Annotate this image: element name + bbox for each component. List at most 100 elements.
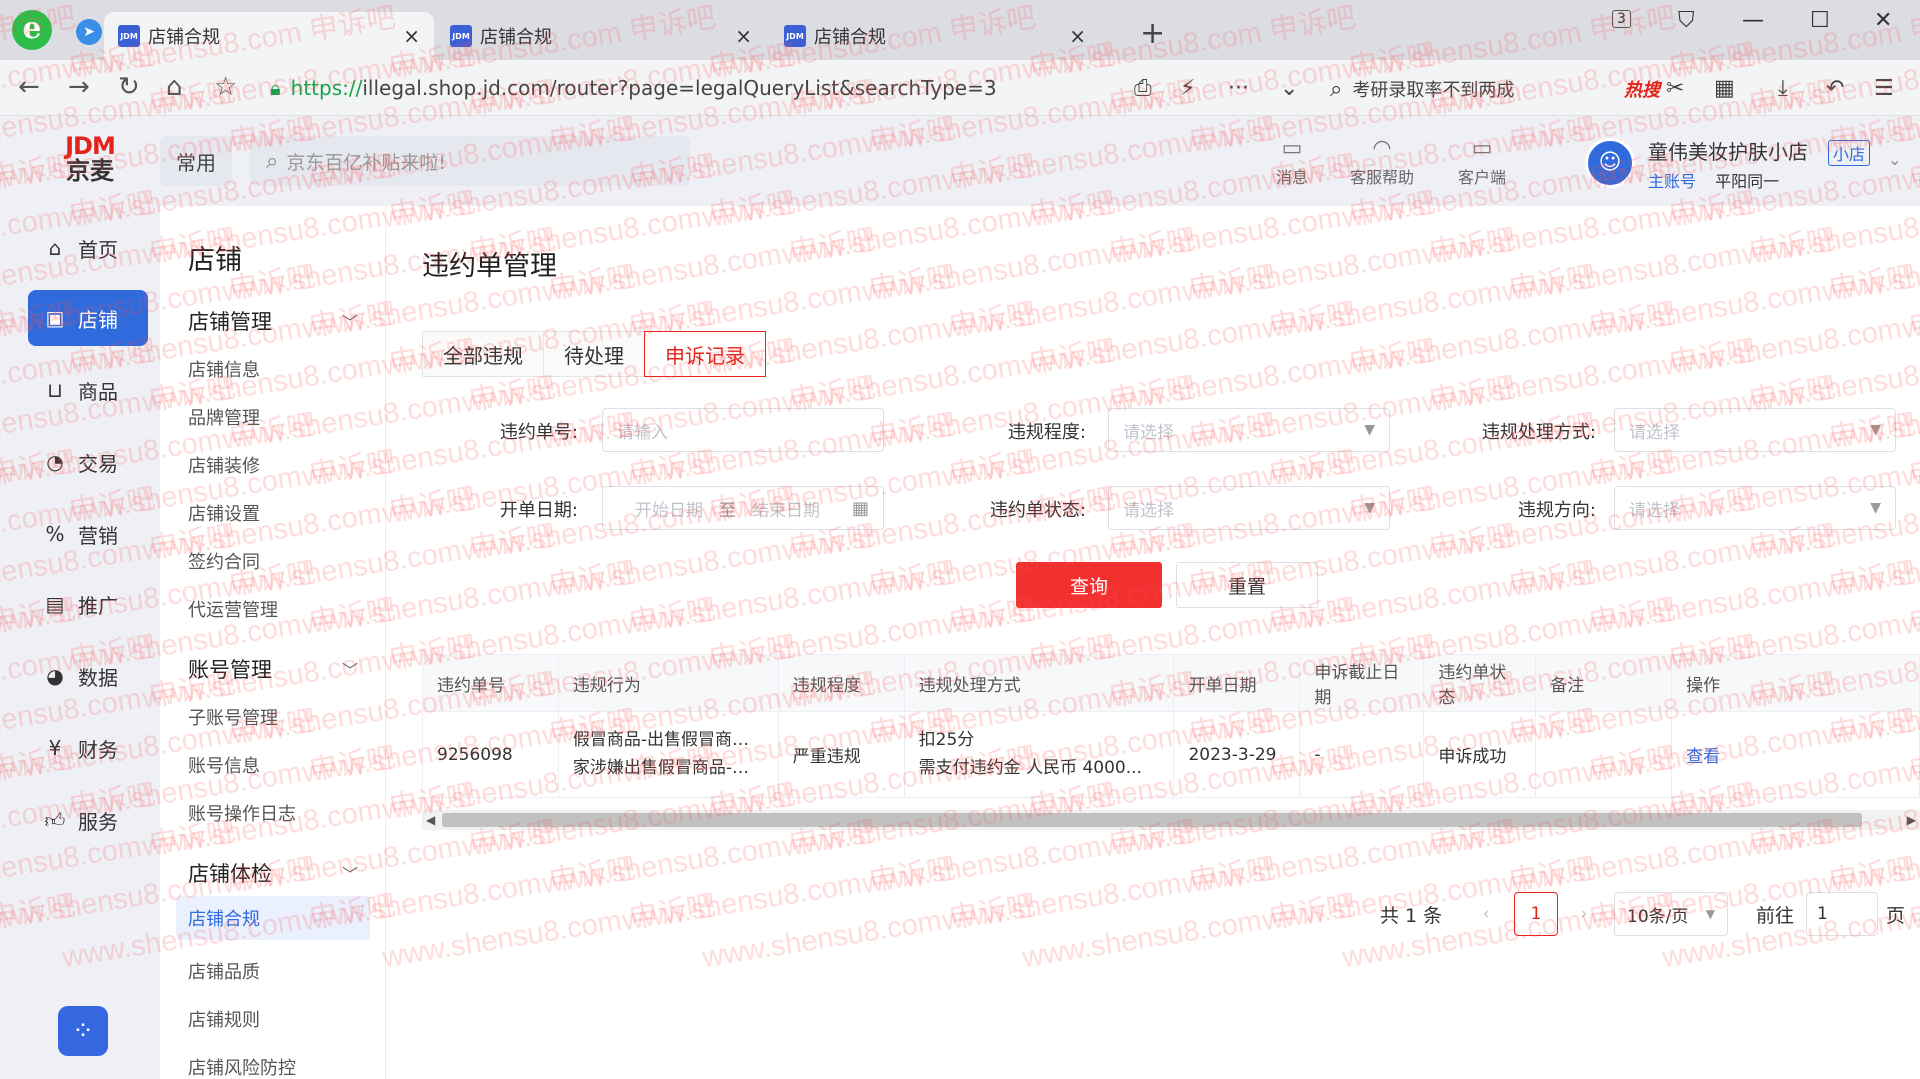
chevron-down-icon: ﹀ <box>341 313 358 332</box>
subnav-item[interactable]: 店铺规则 <box>188 1006 260 1032</box>
date-label: 开单日期: <box>499 500 578 521</box>
jdm-logo[interactable]: JDM 京麦 <box>50 133 130 184</box>
avatar[interactable]: ☺ <box>1585 138 1635 188</box>
close-tab-icon[interactable]: × <box>735 24 752 48</box>
more-icon[interactable]: ··· <box>1228 76 1249 101</box>
direction-select[interactable]: 请选择 ▼ <box>1614 486 1896 530</box>
subnav-item[interactable]: 品牌管理 <box>188 404 260 430</box>
sidebar-item-trade[interactable]: ◔ 交易 <box>28 434 148 490</box>
reload-icon[interactable]: ↻ <box>118 72 140 102</box>
sidebar-item-label: 店铺 <box>78 307 118 332</box>
subnav-item[interactable]: 店铺品质 <box>188 958 260 984</box>
subnav-item[interactable]: 签约合同 <box>188 548 260 574</box>
goto-label: 前往 <box>1756 904 1795 927</box>
close-window-icon[interactable]: ✕ <box>1874 8 1892 33</box>
shop-name[interactable]: 童伟美妆护肤小店 <box>1648 136 1808 165</box>
subnav-item[interactable]: 子账号管理 <box>188 704 278 730</box>
order-no-input[interactable]: 请输入 <box>602 408 884 452</box>
client-button[interactable]: ▭ 客户端 <box>1458 136 1506 188</box>
close-tab-icon[interactable]: × <box>403 24 420 48</box>
browser-tab-3[interactable]: JDM 店铺合规 × <box>770 12 1100 60</box>
caret-down-icon: ▼ <box>1364 422 1375 438</box>
subnav-item[interactable]: 店铺设置 <box>188 500 260 526</box>
common-button[interactable]: 常用 <box>160 136 232 186</box>
browser-tab-1[interactable]: JDM 店铺合规 × <box>104 12 434 60</box>
home-browser-icon[interactable]: ⌂ <box>166 72 183 102</box>
tab-all-violations[interactable]: 全部违规 <box>422 331 544 377</box>
message-button[interactable]: ▭ 消息 <box>1276 136 1308 188</box>
subnav-item[interactable]: 账号信息 <box>188 752 260 778</box>
sidebar-item-label: 推广 <box>78 593 118 618</box>
close-tab-icon[interactable]: × <box>1069 24 1086 48</box>
next-page-icon[interactable]: › <box>1566 892 1602 936</box>
sidebar-item-data[interactable]: ◕ 数据 <box>28 648 148 704</box>
tab-appeal-records[interactable]: 申诉记录 <box>644 331 766 377</box>
minimize-icon[interactable]: — <box>1742 8 1764 33</box>
sidebar-item-promote[interactable]: ▤ 推广 <box>28 576 148 632</box>
trade-icon: ◔ <box>46 450 64 474</box>
scrollbar-thumb[interactable] <box>442 813 1862 827</box>
handling-select[interactable]: 请选择 ▼ <box>1614 408 1896 452</box>
subnav-item[interactable]: 代运营管理 <box>188 596 278 622</box>
screenshot-icon[interactable]: ⎙ <box>1134 76 1152 101</box>
goto-page-input[interactable]: 1 <box>1806 892 1878 936</box>
marketing-icon: % <box>45 522 65 546</box>
apps-grid-button[interactable]: ⁘ <box>58 1006 108 1056</box>
help-button[interactable]: ◠ 客服帮助 <box>1350 136 1414 188</box>
undo-icon[interactable]: ↶ <box>1826 76 1844 101</box>
url-field[interactable]: 🔒︎ https:// illegal.shop.jd.com/router?p… <box>270 68 1316 108</box>
maximize-icon[interactable]: ☐ <box>1810 8 1830 33</box>
chevron-down-icon[interactable]: ⌄ <box>1888 150 1901 169</box>
subnav-group-account-management[interactable]: 账号管理 ﹀ <box>188 654 358 684</box>
jdm-favicon-icon: JDM <box>784 25 806 47</box>
download-icon[interactable]: ⤓ <box>1778 76 1788 101</box>
forward-icon[interactable]: → <box>68 72 90 102</box>
scissors-icon[interactable]: ✂ <box>1666 76 1684 101</box>
view-link[interactable]: 查看 <box>1686 742 1720 767</box>
send-icon[interactable]: ➤ <box>76 19 102 45</box>
prev-page-icon[interactable]: ‹ <box>1468 892 1504 936</box>
subnav-group-shop-checkup[interactable]: 店铺体检 ﹀ <box>188 858 358 888</box>
page-number-current[interactable]: 1 <box>1514 892 1558 936</box>
table-horizontal-scrollbar[interactable]: ◀ ▶ <box>422 810 1920 830</box>
subnav-item[interactable]: 店铺信息 <box>188 356 260 382</box>
browser-tab-2[interactable]: JDM 店铺合规 × <box>436 12 766 60</box>
subnav-item[interactable]: 店铺风险防控 <box>188 1054 296 1079</box>
browser-search-field[interactable]: ⌕ 考研录取率不到两成 热搜 <box>1330 72 1660 106</box>
severity-select[interactable]: 请选择 ▼ <box>1108 408 1390 452</box>
page-size-select[interactable]: 10条/页 ▼ <box>1614 892 1728 936</box>
status-select[interactable]: 请选择 ▼ <box>1108 486 1390 530</box>
query-button[interactable]: 查询 <box>1016 562 1162 608</box>
sidebar-item-goods[interactable]: ⊔ 商品 <box>28 362 148 418</box>
new-tab-button[interactable]: + <box>1140 16 1165 51</box>
reset-button[interactable]: 重置 <box>1176 562 1318 608</box>
subnav-item[interactable]: 账号操作日志 <box>188 800 296 826</box>
header-search-input[interactable]: ⌕ 京东百亿补贴来啦! <box>250 136 690 186</box>
scroll-right-icon[interactable]: ▶ <box>1907 810 1916 830</box>
page-title: 违约单管理 <box>422 251 557 282</box>
sidebar-item-finance[interactable]: ¥ 财务 <box>28 720 148 776</box>
scroll-left-icon[interactable]: ◀ <box>426 810 435 830</box>
sidebar-item-service[interactable]: 👍︎ 服务 <box>28 792 148 848</box>
subnav-group-shop-management[interactable]: 店铺管理 ﹀ <box>188 306 358 336</box>
help-label: 客服帮助 <box>1350 168 1415 187</box>
tab-count-badge[interactable]: 3 <box>1612 10 1631 28</box>
lightning-icon[interactable]: ⚡ <box>1180 76 1195 101</box>
sidebar-item-home[interactable]: ⌂ 首页 <box>28 220 148 276</box>
back-icon[interactable]: ← <box>18 72 40 102</box>
subnav-item-shop-compliance[interactable]: 店铺合规 <box>176 896 370 940</box>
date-range-picker[interactable]: 开始日期 至 结束日期 ▦ <box>602 486 884 530</box>
lock-icon: 🔒︎ <box>270 76 281 100</box>
calendar-icon: ▦ <box>851 497 869 519</box>
chevron-down-icon[interactable]: ⌄ <box>1280 76 1298 101</box>
subnav-item[interactable]: 店铺装修 <box>188 452 260 478</box>
bookmark-star-icon[interactable]: ☆ <box>214 72 237 102</box>
apps-grid-icon[interactable]: ▦ <box>1714 76 1735 101</box>
shirt-icon[interactable]: ⛉ <box>1678 8 1695 33</box>
handling-line-2: 需支付违约金 人民币 4000... <box>918 757 1142 778</box>
sidebar-item-shop[interactable]: ▣ 店铺 <box>28 290 148 346</box>
sidebar-item-marketing[interactable]: % 营销 <box>28 506 148 562</box>
caret-down-icon: ▼ <box>1870 422 1881 438</box>
menu-icon[interactable]: ☰ <box>1874 76 1894 101</box>
tab-pending[interactable]: 待处理 <box>543 331 645 377</box>
